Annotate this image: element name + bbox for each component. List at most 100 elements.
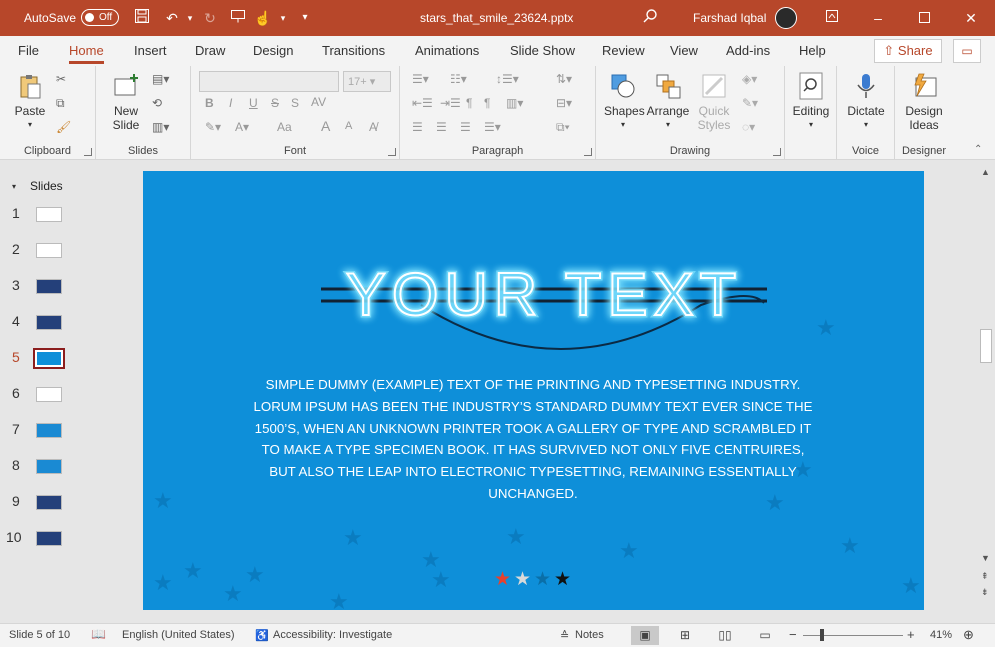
bullets-icon[interactable]: ☰▾ [412,72,429,86]
dialog-launcher-icon[interactable] [773,148,781,156]
shape-effects-icon[interactable]: ◌▾ [742,120,755,134]
next-slide-icon[interactable]: ⇟ [981,587,989,598]
redo-icon[interactable]: ↻ [200,8,220,28]
fit-to-window-icon[interactable]: ⊕ [963,627,974,643]
accessibility-icon[interactable]: ♿ [255,629,269,642]
user-name[interactable]: Farshad Iqbal [693,11,766,25]
dialog-launcher-icon[interactable] [388,148,396,156]
accessibility-status[interactable]: Accessibility: Investigate [273,629,392,641]
numbering-icon[interactable]: ☷▾ [450,72,467,86]
thumbnail-item[interactable]: 3 [0,273,86,309]
body-text[interactable]: SIMPLE DUMMY (EXAMPLE) TEXT OF THE PRINT… [253,374,813,505]
line-spacing-icon[interactable]: ↕☰▾ [496,72,519,86]
language-indicator[interactable]: English (United States) [122,629,235,641]
present-icon[interactable] [228,8,248,28]
maximize-icon[interactable] [914,8,934,28]
collapse-ribbon-icon[interactable]: ⌃ [974,144,982,155]
zoom-level[interactable]: 41% [930,629,952,641]
change-case-button[interactable]: Aa [277,120,292,134]
tab-design[interactable]: Design [253,43,293,58]
slide-canvas[interactable]: ★ ★ ★ ★ ★ ★ ★ ★ ★ ★ ★ ★ ★ ★ ★ ★ YOUR TEX… [143,171,924,610]
search-icon[interactable] [640,8,660,28]
thumbnail-item[interactable]: 1 [0,201,86,237]
columns-icon[interactable]: ▥▾ [506,96,523,110]
zoom-out-button[interactable]: − [789,627,797,642]
close-icon[interactable]: ✕ [961,8,981,28]
shadow-icon[interactable]: S [291,96,299,110]
thumbnail-item[interactable]: 6 [0,381,86,417]
decrease-indent-icon[interactable]: ⇤☰ [412,96,433,110]
font-size-input[interactable]: 17+ ▾ [343,71,391,92]
reset-icon[interactable]: ⟲ [152,96,162,110]
undo-dropdown-icon[interactable]: ▾ [180,8,200,28]
scroll-down-icon[interactable]: ▼ [981,553,990,563]
thumbnail-item[interactable]: 4 [0,309,86,345]
tab-insert[interactable]: Insert [134,43,167,58]
dialog-launcher-icon[interactable] [84,148,92,156]
tab-draw[interactable]: Draw [195,43,225,58]
customize-toolbar-icon[interactable]: ▾ [295,8,315,28]
quick-styles-button[interactable]: Quick Styles [694,72,734,132]
thumbnail-item[interactable]: 10 [0,525,86,561]
dictate-button[interactable]: Dictate ▾ [844,72,888,132]
collapse-pane-icon[interactable]: ▾ [12,182,16,191]
thumbnail-item[interactable]: 7 [0,417,86,453]
slide-sorter-icon[interactable]: ⊞ [671,626,699,645]
tab-help[interactable]: Help [799,43,826,58]
text-direction-icon[interactable]: ⇅▾ [556,72,572,86]
thumbnail-item[interactable]: 2 [0,237,86,273]
scrollbar-thumb[interactable] [980,329,992,363]
paste-button[interactable]: Paste ▾ [12,72,48,132]
share-button[interactable]: ⇧ Share [874,39,942,63]
align-left-icon[interactable]: ☰ [412,120,423,134]
strikethrough-button[interactable]: S [271,96,279,110]
slideshow-view-icon[interactable]: ▭ [751,626,779,645]
minimize-icon[interactable]: – [868,8,888,28]
tab-slide-show[interactable]: Slide Show [510,43,575,58]
thumbnail-item[interactable]: 9 [0,489,86,525]
new-slide-button[interactable]: New Slide [108,72,144,132]
clear-format-icon[interactable]: A̸ [369,120,377,134]
undo-icon[interactable]: ↶ [162,8,182,28]
smartart-icon[interactable]: ⧉▾ [556,120,570,135]
vertical-scrollbar[interactable]: ▲ ▼ ⇞ ⇟ [978,161,995,623]
tab-view[interactable]: View [670,43,698,58]
editing-button[interactable]: Editing ▾ [789,72,833,132]
highlight-icon[interactable]: ✎▾ [205,120,221,134]
rtl-icon[interactable]: ¶ [466,96,472,110]
shrink-font-button[interactable]: A [345,120,352,132]
tab-file[interactable]: File [18,43,39,58]
font-color-icon[interactable]: A▾ [235,120,249,134]
section-icon[interactable]: ▥▾ [152,120,169,134]
layout-icon[interactable]: ▤▾ [152,72,169,86]
tab-add-ins[interactable]: Add-ins [726,43,770,58]
italic-button[interactable]: I [229,96,232,110]
avatar[interactable] [775,7,797,29]
shape-fill-icon[interactable]: ◈▾ [742,72,757,86]
tab-review[interactable]: Review [602,43,645,58]
cut-icon[interactable]: ✂ [56,72,66,86]
autosave-toggle[interactable]: Off [81,9,119,26]
reading-view-icon[interactable]: ▯▯ [711,626,739,645]
font-name-input[interactable] [199,71,339,92]
ribbon-display-icon[interactable] [822,8,842,28]
touch-dropdown-icon[interactable]: ▾ [273,8,293,28]
tab-transitions[interactable]: Transitions [322,43,385,58]
spelling-icon[interactable]: 📖 [91,627,106,641]
ltr-icon[interactable]: ¶ [484,96,490,110]
zoom-slider[interactable] [803,635,903,636]
normal-view-icon[interactable]: ▣ [631,626,659,645]
thumbnail-item-current[interactable]: 5 [0,345,86,381]
align-center-icon[interactable]: ☰ [436,120,447,134]
touch-mode-icon[interactable]: ☝ [253,8,273,28]
copy-icon[interactable]: ⧉ [56,96,65,111]
align-text-icon[interactable]: ⊟▾ [556,96,572,110]
grow-font-button[interactable]: A [321,118,330,134]
comments-button[interactable]: ▭ [953,39,981,63]
arrange-button[interactable]: Arrange ▾ [646,72,690,132]
save-icon[interactable] [132,8,152,28]
tab-animations[interactable]: Animations [415,43,479,58]
headline-text[interactable]: YOUR TEXT [345,260,742,329]
format-painter-icon[interactable]: 🖌 [56,120,71,134]
bold-button[interactable]: B [205,96,214,110]
